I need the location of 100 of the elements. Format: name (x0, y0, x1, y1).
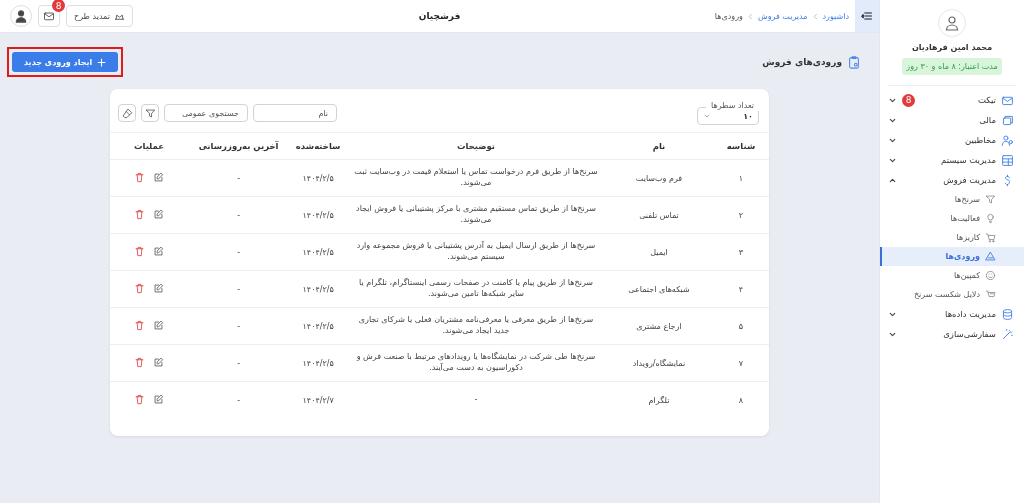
funnel-icon (985, 194, 996, 205)
magic-wand-icon (1001, 327, 1014, 341)
trash-icon[interactable] (133, 245, 145, 257)
column-header: عملیات (110, 133, 188, 160)
bulb-icon (985, 213, 996, 224)
menu-item[interactable]: مدیریت داده‌ها (880, 304, 1024, 324)
column-header: آخرین به‌روزرسانی (188, 133, 290, 160)
column-header: توضیحات (347, 133, 605, 160)
table-cell: ۱ (713, 159, 769, 197)
trash-icon[interactable] (133, 208, 145, 220)
table-cell: سرنخ‌ها از طریق معرفی یا معرفی‌نامه مشتریان فعلی یا شرکای تجاری جدید ایجاد می‌شوند. (347, 307, 605, 345)
count-badge: 8 (902, 93, 915, 107)
table-cell: - (188, 196, 290, 234)
funnel-icon (144, 107, 156, 119)
envelope-icon (43, 10, 55, 22)
submenu-item[interactable]: فعالیت‌ها (880, 209, 1024, 228)
submenu-item[interactable]: سرنخ‌ها (880, 190, 1024, 209)
menu-button[interactable] (855, 0, 879, 32)
table-cell: شبکه‌های اجتماعی (605, 270, 713, 308)
menu-item[interactable]: سفارشی‌سازی (880, 324, 1024, 344)
table-cell: ارجاع مشتری (605, 307, 713, 345)
table-cell: ۱۴۰۴/۲/۷ (289, 381, 347, 418)
edit-icon[interactable] (153, 208, 165, 220)
submenu-item[interactable]: دلایل شکست سرنخ (880, 285, 1024, 304)
menu-item[interactable]: مخاطبین (880, 130, 1024, 150)
table-cell: ۷ (713, 344, 769, 382)
submenu-item[interactable]: کاریزها (880, 228, 1024, 247)
breadcrumb-link[interactable]: مدیریت فروش (757, 11, 808, 21)
table-cell: ۱۴۰۴/۲/۵ (289, 233, 347, 271)
table-cell: ۲ (713, 196, 769, 234)
trash-icon[interactable] (133, 282, 145, 294)
table-cell: تماس تلفنی (605, 196, 713, 234)
table-cell: ۳ (713, 233, 769, 271)
field-label: تعداد سطرها (706, 101, 759, 111)
table-cell: ۸ (713, 381, 769, 418)
table-cell: نمایشگاه/رویداد (605, 344, 713, 382)
menu-item[interactable]: مدیریت فروش (880, 170, 1024, 190)
table-cell: - (188, 307, 290, 345)
table-cell: سرنخ‌ها از طریق پیام یا کامنت در صفحات رسمی اینستاگرام، تلگرام یا سایر شبکه‌ها تامین می‌شوند. (347, 270, 605, 308)
table-cell: - (347, 381, 605, 418)
edit-icon[interactable] (153, 393, 165, 405)
table-cell: سرنخ‌ها از طریق فرم درخواست تماس یا استعلام قیمت در وب‌سایت ثبت می‌شوند. (347, 159, 605, 197)
column-header: نام (605, 133, 713, 160)
create-button[interactable]: ایجاد ورودی جدید (12, 52, 119, 72)
edit-icon[interactable] (153, 356, 165, 368)
plus-icon (97, 57, 107, 67)
table-cell: - (188, 344, 290, 382)
submenu-item[interactable]: کمپین‌ها (880, 266, 1024, 285)
table-cell: سرنخ‌ها از طریق تماس مستقیم مشتری با مرکز پشتیبانی یا فروش ایجاد می‌شوند. (347, 196, 605, 234)
column-header: شناسه (713, 133, 769, 160)
submenu-item[interactable]: ورودی‌ها (880, 247, 1024, 266)
database-icon (1001, 307, 1014, 321)
renew-button[interactable]: تمدید طرح (66, 5, 133, 27)
table-cell: ۱۴۰۴/۲/۵ (289, 344, 347, 382)
table-cell: ایمیل (605, 233, 713, 271)
notification-badge: 8 (52, 0, 65, 12)
trash-icon[interactable] (133, 393, 145, 405)
table-cell: سرنخ‌ها طی شرکت در نمایشگاه‌ها یا رویدادهای مرتبط با صنعت فرش و دکوراسیون به دست می‌آیند. (347, 344, 605, 382)
edit-icon[interactable] (153, 171, 165, 183)
brand-title: فرشچیان (418, 11, 461, 21)
table-cell: ۱۴۰۴/۲/۵ (289, 196, 347, 234)
table-cell: - (188, 233, 290, 271)
table-cell: ۱۴۰۴/۲/۵ (289, 159, 347, 197)
chevron-icon (703, 112, 711, 120)
menu-icon (861, 10, 873, 22)
column-header: ساخته‌شده (289, 133, 347, 160)
menu-item[interactable]: مدیریت سیستم (880, 150, 1024, 170)
table-cell: سرنخ‌ها از طریق ارسال ایمیل به آدرس پشتیبانی یا فروش مجموعه وارد سیستم می‌شوند. (347, 233, 605, 271)
eraser-icon (121, 107, 133, 119)
breadcrumb-link[interactable]: داشبورد (822, 11, 849, 21)
edit-icon[interactable] (153, 245, 165, 257)
user-icon (14, 9, 28, 23)
eraser-button[interactable] (118, 104, 136, 122)
select-value: ۱۰ (743, 111, 753, 121)
trash-icon[interactable] (133, 171, 145, 183)
trash-icon[interactable] (133, 319, 145, 331)
table-cell: تلگرام (605, 381, 713, 418)
triangle-icon (985, 251, 996, 262)
table-cell: ۱۴۰۴/۲/۵ (289, 270, 347, 308)
profile-button[interactable] (10, 5, 32, 27)
edit-icon[interactable] (153, 319, 165, 331)
cart-icon (985, 289, 996, 300)
table-cell: ۴ (713, 270, 769, 308)
table-cell: ۱۴۰۴/۲/۵ (289, 307, 347, 345)
user-name: محمد امین فرهادیان (911, 43, 993, 52)
stack-icon (1001, 113, 1014, 127)
name-field[interactable]: نام (253, 104, 337, 122)
menu-item[interactable]: مالی (880, 110, 1024, 130)
breadcrumb-link[interactable]: ورودی‌ها (714, 11, 743, 21)
trash-icon[interactable] (133, 356, 145, 368)
table-cell: - (188, 159, 290, 197)
edit-icon[interactable] (153, 282, 165, 294)
table-cell: - (188, 270, 290, 308)
filter-button[interactable] (141, 104, 159, 122)
page-title: ورودی‌های فروش (762, 57, 842, 67)
table-cell: - (188, 381, 290, 418)
smiley-icon (985, 270, 996, 281)
search-field[interactable]: جستجوی عمومی (164, 104, 248, 122)
cart-icon (985, 232, 996, 243)
table-cell: ۵ (713, 307, 769, 345)
